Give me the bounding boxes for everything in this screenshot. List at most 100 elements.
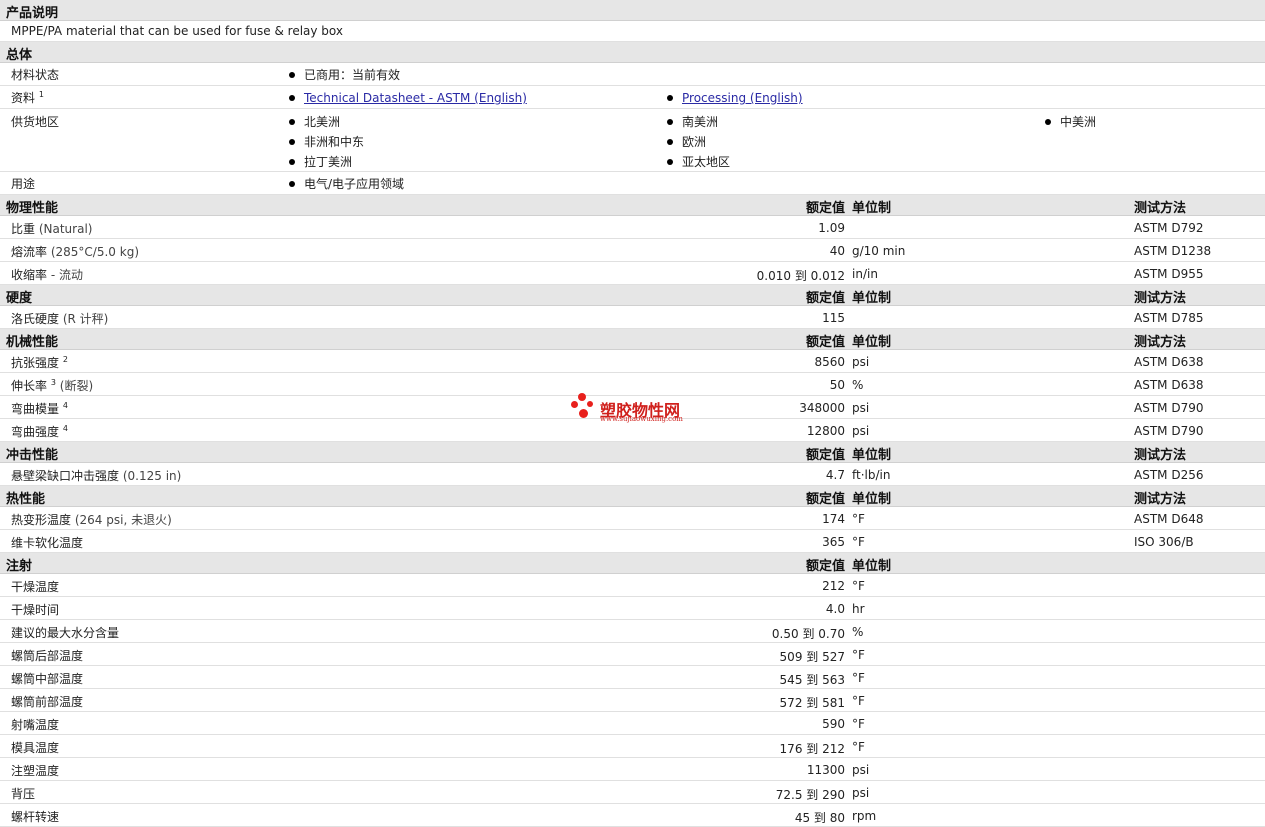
property-row: 热变形温度 (264 psi, 未退火) 174 °F ASTM D648 — [0, 507, 1265, 530]
property-label: 悬壁梁缺口冲击强度 (0.125 in) — [11, 469, 182, 483]
value-column-header: 额定值 — [805, 559, 845, 574]
section-title: 机械性能 — [6, 335, 59, 350]
document-bullet-1: Technical Datasheet - ASTM (English) — [289, 91, 527, 105]
product-description-header: 产品说明 — [0, 0, 1265, 21]
property-value: 4.7 — [825, 468, 845, 482]
property-value: 45 到 80 — [794, 811, 845, 825]
property-unit: psi — [852, 401, 870, 415]
documents-row: 资料 1 Technical Datasheet - ASTM (English… — [0, 86, 1265, 109]
property-label: 干燥时间 — [11, 603, 60, 617]
property-label: 注塑温度 — [11, 764, 60, 778]
product-description-row: MPPE/PA material that can be used for fu… — [0, 21, 1265, 42]
test-column-header: 测试方法 — [1134, 291, 1187, 306]
section-title: 冲击性能 — [6, 448, 59, 463]
property-label: 比重 (Natural) — [11, 222, 93, 236]
property-unit: °F — [852, 717, 865, 731]
property-value: 8560 — [814, 355, 845, 369]
property-value: 40 — [829, 244, 845, 258]
property-test-method: ASTM D638 — [1134, 355, 1204, 369]
property-unit: °F — [852, 512, 865, 526]
property-test-method: ASTM D790 — [1134, 424, 1204, 438]
property-label: 弯曲模量 4 — [11, 401, 68, 416]
property-unit: °F — [852, 671, 865, 685]
section-title: 总体 — [6, 48, 33, 63]
property-label: 收缩率 - 流动 — [11, 268, 83, 282]
property-value: 174 — [822, 512, 845, 526]
property-value: 365 — [822, 535, 845, 549]
property-row: 干燥温度 212 °F — [0, 574, 1265, 597]
property-row: 螺筒前部温度 572 到 581 °F — [0, 689, 1265, 712]
property-unit: psi — [852, 786, 870, 800]
test-column-header: 测试方法 — [1134, 335, 1187, 350]
documents-label: 资料 1 — [11, 90, 44, 105]
general-header: 总体 — [0, 42, 1265, 63]
property-value: 176 到 212 — [779, 742, 845, 756]
unit-column-header: 单位制 — [852, 448, 892, 463]
property-unit: °F — [852, 579, 865, 593]
processing-link[interactable]: Processing (English) — [682, 91, 803, 105]
property-unit: % — [852, 378, 864, 392]
property-row: 螺筒中部温度 545 到 563 °F — [0, 666, 1265, 689]
value-column-header: 额定值 — [805, 492, 845, 507]
property-test-method: ASTM D785 — [1134, 311, 1204, 325]
technical-datasheet-link[interactable]: Technical Datasheet - ASTM (English) — [304, 91, 527, 105]
property-row: 背压 72.5 到 290 psi — [0, 781, 1265, 804]
property-label: 抗张强度 2 — [11, 355, 68, 370]
region-item: 拉丁美洲 — [289, 153, 352, 170]
document-bullet-2: Processing (English) — [667, 91, 803, 105]
property-test-method: ISO 306/B — [1134, 535, 1194, 549]
property-row: 建议的最大水分含量 0.50 到 0.70 % — [0, 620, 1265, 643]
section-title: 产品说明 — [6, 6, 59, 21]
usage-value: 电气/电子应用领域 — [289, 175, 404, 192]
property-row: 悬壁梁缺口冲击强度 (0.125 in) 4.7 ft·lb/in ASTM D… — [0, 463, 1265, 486]
property-value: 4.0 — [825, 602, 845, 616]
property-row: 射嘴温度 590 °F — [0, 712, 1265, 735]
property-test-method: ASTM D648 — [1134, 512, 1204, 526]
property-unit: % — [852, 625, 864, 639]
value-column-header: 额定值 — [805, 201, 845, 216]
regions-row: 供货地区 北美洲 南美洲 中美洲 非洲和中东 欧洲 拉丁美洲 亚太地区 — [0, 109, 1265, 172]
property-value: 572 到 581 — [779, 696, 845, 710]
value-column-header: 额定值 — [805, 335, 845, 350]
region-item: 南美洲 — [667, 113, 718, 130]
property-unit: °F — [852, 694, 865, 708]
property-row: 注塑温度 11300 psi — [0, 758, 1265, 781]
section-title: 热性能 — [6, 492, 46, 507]
property-value: 348000 — [799, 401, 845, 415]
property-value: 72.5 到 290 — [775, 788, 845, 802]
property-row: 熔流率 (285°C/5.0 kg) 40 g/10 min ASTM D123… — [0, 239, 1265, 262]
mechanical-header: 机械性能 额定值 单位制 测试方法 — [0, 329, 1265, 350]
watermark-dot — [571, 401, 578, 408]
property-value: 509 到 527 — [779, 650, 845, 664]
property-label: 干燥温度 — [11, 580, 60, 594]
unit-column-header: 单位制 — [852, 291, 892, 306]
property-label: 热变形温度 (264 psi, 未退火) — [11, 513, 172, 527]
test-column-header: 测试方法 — [1134, 201, 1187, 216]
value-column-header: 额定值 — [805, 291, 845, 306]
property-label: 熔流率 (285°C/5.0 kg) — [11, 245, 139, 259]
property-unit: psi — [852, 355, 870, 369]
usage-row: 用途 电气/电子应用领域 — [0, 172, 1265, 195]
test-column-header: 测试方法 — [1134, 448, 1187, 463]
property-unit: °F — [852, 740, 865, 754]
property-label: 射嘴温度 — [11, 718, 60, 732]
product-description-text: MPPE/PA material that can be used for fu… — [11, 24, 343, 38]
region-item: 亚太地区 — [667, 153, 730, 170]
property-row: 抗张强度 2 8560 psi ASTM D638 — [0, 350, 1265, 373]
hardness-header: 硬度 额定值 单位制 测试方法 — [0, 285, 1265, 306]
regions-label: 供货地区 — [11, 115, 60, 129]
material-status-label: 材料状态 — [11, 68, 60, 82]
section-title: 注射 — [6, 559, 33, 574]
property-row: 维卡软化温度 365 °F ISO 306/B — [0, 530, 1265, 553]
unit-column-header: 单位制 — [852, 335, 892, 350]
property-label: 螺筒后部温度 — [11, 649, 84, 663]
property-value: 115 — [822, 311, 845, 325]
property-test-method: ASTM D256 — [1134, 468, 1204, 482]
property-value: 11300 — [806, 763, 845, 777]
property-unit: ft·lb/in — [852, 468, 891, 482]
property-test-method: ASTM D1238 — [1134, 244, 1212, 258]
property-unit: rpm — [852, 809, 877, 823]
property-value: 590 — [822, 717, 845, 731]
property-unit: g/10 min — [852, 244, 906, 258]
property-label: 螺筒前部温度 — [11, 695, 84, 709]
